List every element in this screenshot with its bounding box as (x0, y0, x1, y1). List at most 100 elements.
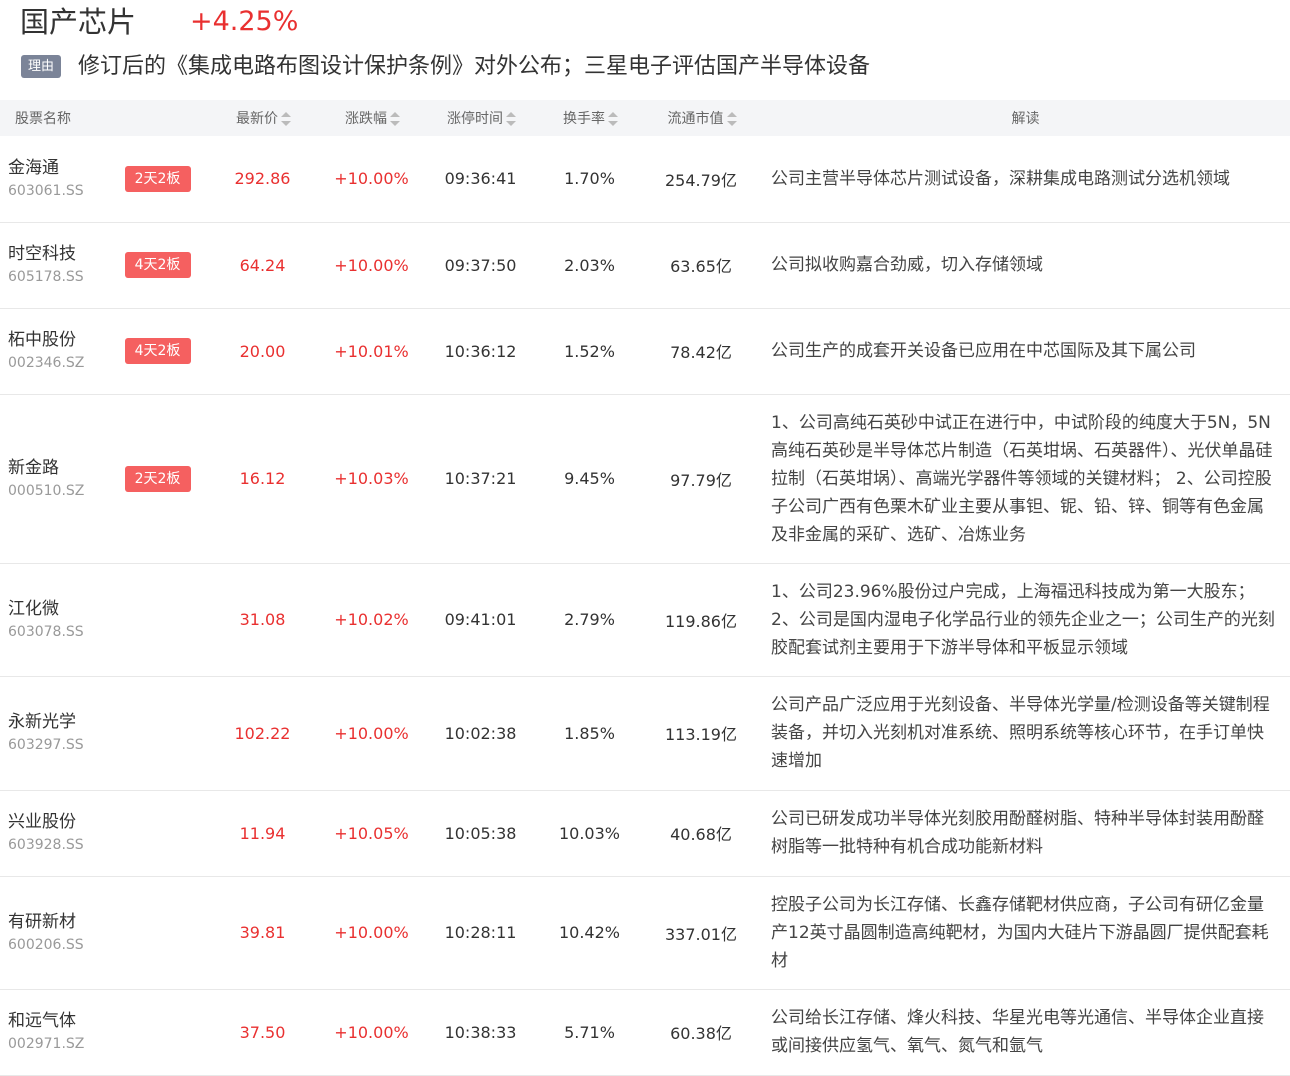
board-cell: 4天2板 (110, 308, 205, 395)
stock-code: 603078.SS (8, 623, 84, 640)
column-header-name[interactable]: 股票名称 (0, 100, 110, 136)
stock-table: 股票名称 最新价 涨跌幅 涨停时间 换手率 流通市值 解读 金海通 603061.… (0, 100, 1290, 1076)
column-header-interp: 解读 (761, 100, 1290, 136)
column-header-badge (110, 100, 205, 136)
table-row[interactable]: 江化微 603078.SS 31.08 +10.02% 09:41:01 2.79% 119… (0, 563, 1290, 677)
change-cell: +10.00% (320, 989, 423, 1076)
column-header-price[interactable]: 最新价 (205, 100, 320, 136)
column-header-time[interactable]: 涨停时间 (423, 100, 538, 136)
stock-name[interactable]: 有研新材 (8, 910, 110, 934)
stock-code: 605178.SS (8, 269, 84, 285)
limit-time-cell: 09:41:01 (423, 563, 538, 677)
limit-time-cell: 10:02:38 (423, 676, 538, 791)
turnover-cell: 1.70% (538, 136, 641, 223)
stock-name-cell[interactable]: 有研新材 600206.SS (0, 876, 110, 990)
table-row[interactable]: 时空科技 605178.SS 4天2板 64.24 +10.00% 09:37:50 2.0… (0, 222, 1290, 309)
column-header-cap[interactable]: 流通市值 (641, 100, 761, 136)
table-row[interactable]: 有研新材 600206.SS 39.81 +10.00% 10:28:11 10.42% 3… (0, 876, 1290, 990)
market-cap-cell: 119.86亿 (641, 563, 761, 677)
board-cell (110, 876, 205, 990)
stock-name-cell[interactable]: 新金路 000510.SZ (0, 394, 110, 564)
market-cap-cell: 97.79亿 (641, 394, 761, 564)
sector-change: +4.25% (190, 6, 299, 37)
stock-code: 000510.SZ (8, 482, 85, 499)
interpretation-cell: 公司给长江存储、烽火科技、华星光电等光通信、半导体企业直接或间接供应氢气、氧气、… (761, 989, 1290, 1076)
stock-name-cell[interactable]: 江化微 603078.SS (0, 563, 110, 677)
change-cell: +10.01% (320, 308, 423, 395)
turnover-cell: 5.71% (538, 989, 641, 1076)
stock-name[interactable]: 柘中股份 (8, 328, 110, 352)
turnover-cell: 2.03% (538, 222, 641, 309)
sort-icon[interactable] (726, 112, 737, 126)
turnover-cell: 9.45% (538, 394, 641, 564)
stock-name-cell[interactable]: 和远气体 002971.SZ (0, 989, 110, 1076)
board-cell (110, 989, 205, 1076)
sort-icon[interactable] (390, 112, 400, 126)
stock-code: 002346.SZ (8, 355, 85, 371)
sector-title: 国产芯片 (20, 5, 137, 39)
change-cell: +10.03% (320, 394, 423, 564)
board-cell (110, 563, 205, 677)
table-row[interactable]: 新金路 000510.SZ 2天2板 16.12 +10.03% 10:37:21 9.45… (0, 394, 1290, 564)
board-cell: 2天2板 (110, 136, 205, 223)
turnover-cell: 1.85% (538, 676, 641, 791)
price-cell: 102.22 (205, 676, 320, 791)
price-cell: 20.00 (205, 308, 320, 395)
stock-name-cell[interactable]: 兴业股份 603928.SS (0, 790, 110, 877)
column-header-turnover[interactable]: 换手率 (538, 100, 641, 136)
sort-icon[interactable] (506, 112, 516, 126)
table-row[interactable]: 柘中股份 002346.SZ 4天2板 20.00 +10.01% 10:36:12 1.5… (0, 308, 1290, 395)
change-cell: +10.00% (320, 136, 423, 223)
price-cell: 292.86 (205, 136, 320, 223)
change-cell: +10.02% (320, 563, 423, 677)
stock-name[interactable]: 兴业股份 (8, 810, 110, 834)
sort-icon[interactable] (281, 112, 291, 126)
limit-time-cell: 10:37:21 (423, 394, 538, 564)
change-cell: +10.00% (320, 222, 423, 309)
change-cell: +10.00% (320, 676, 423, 791)
limit-time-cell: 10:28:11 (423, 876, 538, 990)
interpretation-cell: 1、公司23.96%股份过户完成，上海福迅科技成为第一大股东；2、公司是国内湿电… (761, 563, 1290, 677)
market-cap-cell: 254.79亿 (641, 136, 761, 223)
price-cell: 37.50 (205, 989, 320, 1076)
turnover-cell: 1.52% (538, 308, 641, 395)
board-badge: 2天2板 (124, 465, 191, 492)
board-cell (110, 790, 205, 877)
price-cell: 64.24 (205, 222, 320, 309)
sort-icon[interactable] (608, 112, 618, 126)
interpretation-cell: 控股子公司为长江存储、长鑫存储靶材供应商，子公司有研亿金量产12英寸晶圆制造高纯… (761, 876, 1290, 990)
interpretation-cell: 公司主营半导体芯片测试设备，深耕集成电路测试分选机领域 (761, 136, 1290, 223)
turnover-cell: 2.79% (538, 563, 641, 677)
reason-text: 修订后的《集成电路布图设计保护条例》对外公布；三星电子评估国产半导体设备 (78, 54, 871, 79)
stock-name-cell[interactable]: 柘中股份 002346.SZ (0, 308, 110, 395)
market-cap-cell: 60.38亿 (641, 989, 761, 1076)
stock-name[interactable]: 江化微 (8, 597, 110, 621)
stock-name[interactable]: 时空科技 (8, 242, 110, 266)
interpretation-cell: 公司生产的成套开关设备已应用在中芯国际及其下属公司 (761, 308, 1290, 395)
stock-name-cell[interactable]: 时空科技 605178.SS (0, 222, 110, 309)
stock-name-cell[interactable]: 永新光学 603297.SS (0, 676, 110, 791)
change-cell: +10.05% (320, 790, 423, 877)
price-cell: 16.12 (205, 394, 320, 564)
turnover-cell: 10.42% (538, 876, 641, 990)
interpretation-cell: 公司拟收购嘉合劲威，切入存储领域 (761, 222, 1290, 309)
stock-name-cell[interactable]: 金海通 603061.SS (0, 136, 110, 223)
reason-badge: 理由 (21, 55, 61, 78)
board-cell: 2天2板 (110, 394, 205, 564)
column-header-change[interactable]: 涨跌幅 (320, 100, 423, 136)
limit-time-cell: 10:38:33 (423, 989, 538, 1076)
market-cap-cell: 63.65亿 (641, 222, 761, 309)
table-row[interactable]: 金海通 603061.SS 2天2板 292.86 +10.00% 09:36:41 1.7… (0, 136, 1290, 223)
table-row[interactable]: 和远气体 002971.SZ 37.50 +10.00% 10:38:33 5.71% 60… (0, 989, 1290, 1076)
stock-name[interactable]: 和远气体 (8, 1009, 110, 1033)
stock-name[interactable]: 新金路 (8, 456, 110, 480)
interpretation-cell: 公司产品广泛应用于光刻设备、半导体光学量/检测设备等关键制程装备，并切入光刻机对… (761, 676, 1290, 791)
stock-name[interactable]: 金海通 (8, 156, 110, 180)
board-badge: 2天2板 (124, 165, 191, 192)
stock-name[interactable]: 永新光学 (8, 710, 110, 734)
table-row[interactable]: 永新光学 603297.SS 102.22 +10.00% 10:02:38 1.85% 1… (0, 676, 1290, 791)
table-row[interactable]: 兴业股份 603928.SS 11.94 +10.05% 10:05:38 10.03% 4… (0, 790, 1290, 877)
header: 国产芯片 +4.25% 理由 修订后的《集成电路布图设计保护条例》对外公布；三星… (0, 0, 1290, 100)
interpretation-cell: 1、公司高纯石英砂中试正在进行中，中试阶段的纯度大于5N，5N高纯石英砂是半导体… (761, 394, 1290, 564)
market-cap-cell: 40.68亿 (641, 790, 761, 877)
